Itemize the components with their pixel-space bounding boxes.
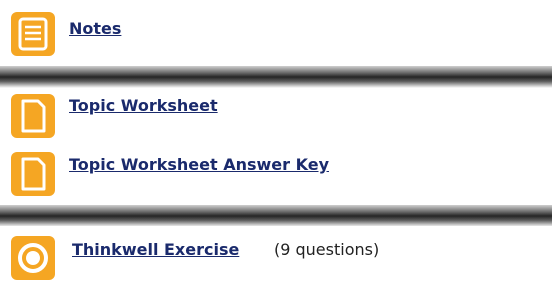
worksheets-section: Topic Worksheet Topic Worksheet Answer K… (0, 88, 552, 212)
document-icon[interactable] (11, 152, 55, 196)
section-divider (0, 66, 552, 88)
exercise-icon[interactable] (11, 236, 55, 280)
exercise-section: Thinkwell Exercise (9 questions) (0, 226, 552, 287)
notes-icon[interactable] (11, 12, 55, 56)
notes-section: Notes (0, 0, 552, 72)
question-count: (9 questions) (274, 240, 380, 259)
document-icon[interactable] (11, 94, 55, 138)
thinkwell-exercise-link[interactable]: Thinkwell Exercise (72, 240, 239, 259)
resource-list: Notes Topic Worksheet Topic Worksheet An… (0, 0, 552, 287)
topic-worksheet-link[interactable]: Topic Worksheet (69, 96, 218, 115)
topic-worksheet-answer-key-link[interactable]: Topic Worksheet Answer Key (69, 155, 329, 174)
notes-link[interactable]: Notes (69, 19, 121, 38)
section-divider (0, 205, 552, 227)
